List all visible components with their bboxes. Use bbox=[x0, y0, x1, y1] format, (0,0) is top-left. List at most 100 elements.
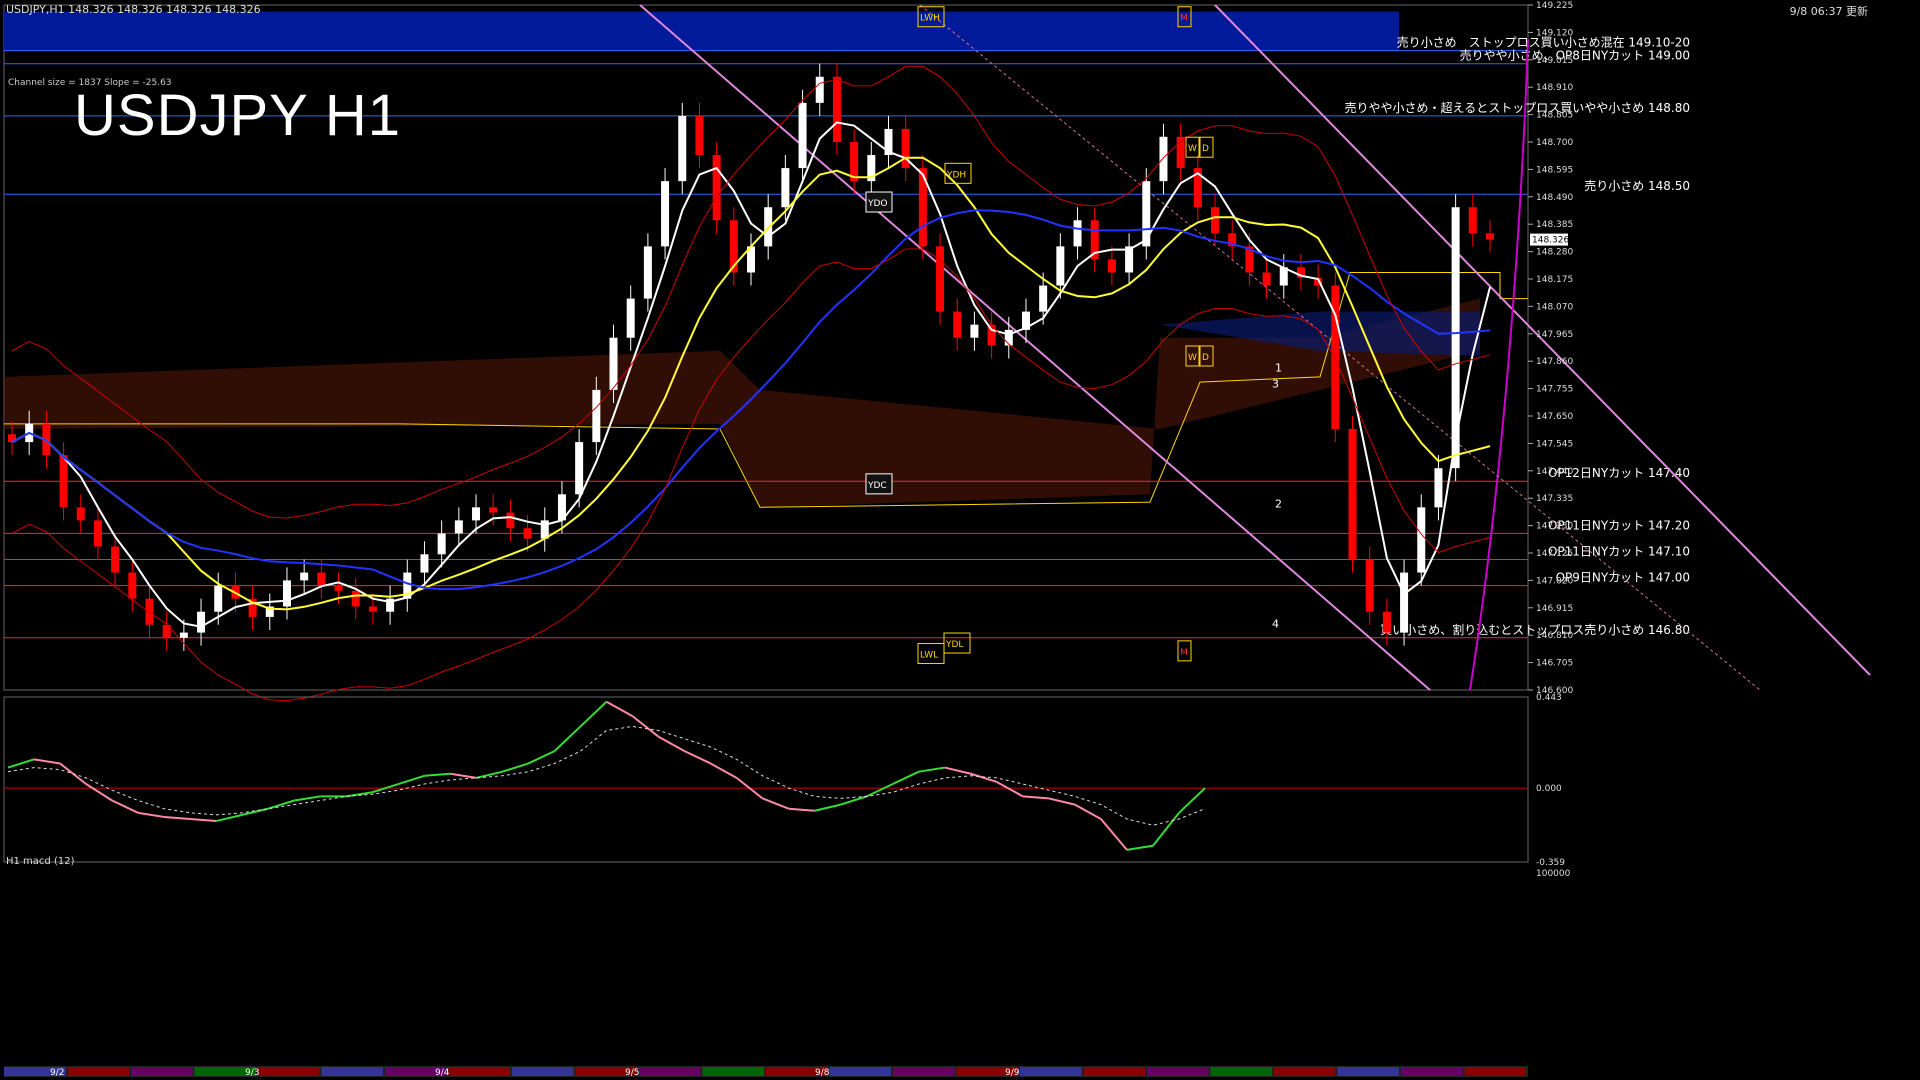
macd-segment bbox=[579, 701, 608, 728]
candle-body bbox=[1434, 468, 1443, 508]
macd-segment bbox=[450, 772, 477, 779]
macd-segment bbox=[1100, 818, 1128, 851]
candle-body bbox=[661, 181, 670, 247]
y-tick-label: 146.810 bbox=[1536, 631, 1573, 641]
date-strip-block bbox=[321, 1067, 383, 1076]
marker-label: M bbox=[1180, 648, 1188, 658]
x-date-label: 9/8 bbox=[815, 1068, 830, 1078]
macd-segment bbox=[164, 815, 191, 820]
macd-segment bbox=[710, 762, 738, 779]
y-tick-label: 148.280 bbox=[1536, 248, 1573, 258]
candle-body bbox=[1211, 207, 1220, 234]
candle-body bbox=[1004, 329, 1013, 346]
marker-label: D bbox=[1202, 144, 1209, 154]
marker-label: YDO bbox=[867, 199, 888, 209]
macd-bottom-label: 100000 bbox=[1536, 869, 1571, 879]
macd-segment bbox=[762, 797, 790, 810]
candle-body bbox=[1417, 507, 1426, 573]
candle-body bbox=[626, 298, 635, 338]
y-tick-label: 146.600 bbox=[1536, 686, 1573, 696]
candle-body bbox=[317, 572, 326, 586]
candle-body bbox=[1056, 246, 1065, 286]
y-tick-label: 147.860 bbox=[1536, 357, 1573, 367]
symbol-info: USDJPY,H1 148.326 148.326 148.326 148.32… bbox=[6, 3, 261, 16]
macd-signal-line bbox=[7, 725, 1206, 826]
y-tick-label: 147.965 bbox=[1536, 330, 1573, 340]
candle-body bbox=[334, 585, 343, 591]
y-tick-label: 149.225 bbox=[1536, 1, 1573, 11]
date-strip-block bbox=[1274, 1067, 1336, 1076]
macd-segment bbox=[1126, 844, 1154, 851]
date-strip-block bbox=[448, 1067, 510, 1076]
macd-segment bbox=[684, 750, 712, 765]
x-date-label: 9/4 bbox=[435, 1068, 450, 1078]
level-label-1: 売りやや小さめ、OP8日NYカット 149.00 bbox=[1460, 48, 1690, 63]
date-strip-block bbox=[829, 1067, 891, 1076]
candle-body bbox=[1348, 429, 1357, 560]
channel-number-label: 3 bbox=[1272, 377, 1279, 390]
macd-pane-border bbox=[3, 696, 1529, 863]
macd-segment bbox=[892, 770, 920, 785]
y-tick-label: 148.175 bbox=[1536, 275, 1573, 285]
macd-segment bbox=[944, 766, 972, 775]
date-strip-block bbox=[1083, 1067, 1145, 1076]
candle-body bbox=[1262, 272, 1271, 286]
price-axis: 149.225 149.120 149.015 148.910 148.805 148.7… bbox=[4, 1, 1573, 1078]
x-date-label: 9/2 bbox=[50, 1068, 64, 1078]
y-tick-label: 148.595 bbox=[1536, 165, 1573, 175]
update-time: 9/8 06:37 更新 bbox=[1789, 5, 1868, 18]
candle-body bbox=[781, 168, 790, 208]
x-date-label: 9/3 bbox=[245, 1068, 259, 1078]
candle-body bbox=[128, 572, 137, 599]
macd-segment bbox=[814, 803, 841, 812]
macd-segment bbox=[553, 725, 582, 752]
marker-label: YDC bbox=[867, 481, 887, 491]
channel-number-label: 2 bbox=[1275, 497, 1282, 510]
y-tick-label: 146.915 bbox=[1536, 604, 1573, 614]
candle-body bbox=[76, 507, 85, 521]
macd-segment bbox=[1178, 787, 1206, 814]
macd-segment bbox=[996, 781, 1024, 798]
y-tick-label: 149.120 bbox=[1536, 28, 1573, 38]
candle-body bbox=[197, 611, 206, 633]
channel-number-label: 4 bbox=[1272, 617, 1279, 630]
macd-segment bbox=[85, 783, 113, 802]
candle-body bbox=[798, 102, 807, 169]
marker-label: W bbox=[1188, 353, 1197, 363]
date-strip-block bbox=[1464, 1067, 1526, 1076]
macd-segment bbox=[424, 772, 451, 777]
current-price-label: 148.326 bbox=[1532, 236, 1569, 246]
y-tick-label: 147.230 bbox=[1536, 522, 1573, 532]
candle-body bbox=[1400, 572, 1409, 633]
candle-body bbox=[1365, 559, 1374, 612]
candle-body bbox=[282, 580, 291, 607]
macd-segment bbox=[970, 772, 998, 783]
macd-segment bbox=[190, 818, 217, 823]
candle-body bbox=[420, 554, 429, 573]
macd-segment bbox=[398, 774, 425, 785]
macd-segment bbox=[1074, 803, 1102, 820]
macd-segment bbox=[215, 813, 243, 823]
candle-body bbox=[1107, 259, 1116, 273]
candle-body bbox=[1382, 611, 1391, 633]
macd-segment bbox=[1152, 812, 1180, 847]
y-tick-label: 148.070 bbox=[1536, 302, 1573, 312]
date-strip-block bbox=[639, 1067, 701, 1076]
candle-body bbox=[1159, 136, 1168, 182]
candle-body bbox=[523, 528, 532, 539]
y-tick-label: 148.385 bbox=[1536, 220, 1573, 230]
macd-pane: 0.4430.000-0.359100000 bbox=[3, 693, 1571, 879]
marker-label: W bbox=[1188, 144, 1197, 154]
date-strip-block bbox=[131, 1067, 193, 1076]
candle-body bbox=[592, 389, 601, 443]
date-strip-block bbox=[512, 1067, 574, 1076]
macd-segment bbox=[631, 715, 660, 738]
candle-body bbox=[454, 520, 463, 534]
y-tick-label: 148.490 bbox=[1536, 193, 1573, 203]
candle-body bbox=[1073, 220, 1082, 247]
macd-segment bbox=[866, 783, 894, 798]
date-strip-block bbox=[1210, 1067, 1272, 1076]
candle-body bbox=[695, 115, 704, 156]
macd-label: H1 macd (12) bbox=[6, 856, 75, 867]
candle-body bbox=[609, 337, 618, 390]
